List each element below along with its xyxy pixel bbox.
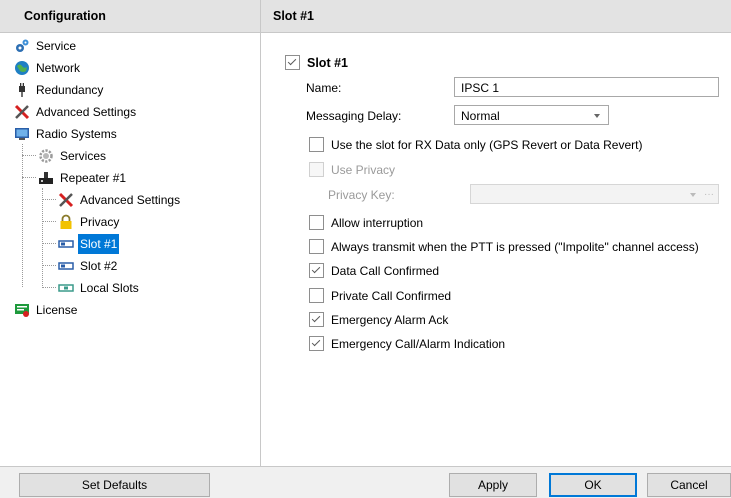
configuration-header: Configuration [0,0,260,33]
use-privacy-row: Use Privacy [309,162,395,177]
tree-item-redundancy[interactable]: Redundancy [14,80,105,100]
name-label: Name: [306,81,342,95]
tree-line [42,265,56,266]
plug-icon [14,82,30,98]
tree-item-label: Advanced Settings [36,105,137,119]
tree-line [42,243,56,244]
tree-line [22,177,36,178]
tree-item-network[interactable]: Network [14,58,82,78]
ok-button[interactable]: OK [549,473,637,497]
chevron-down-icon [690,193,696,197]
tree-line [22,155,36,156]
messaging-delay-label: Messaging Delay: [306,109,402,123]
tree-line [42,188,43,288]
always-transmit-checkbox[interactable] [309,239,324,254]
slot-icon [58,258,74,274]
tree-item-repeater-advanced-settings[interactable]: Advanced Settings [58,190,182,210]
tree-item-label: Service [36,39,77,53]
use-privacy-label: Use Privacy [331,162,396,177]
local-slot-icon [58,280,74,296]
data-call-confirmed-checkbox[interactable] [309,263,324,278]
messaging-delay-label-row: Messaging Delay: [306,106,401,126]
always-transmit-label: Always transmit when the PTT is pressed … [331,239,699,254]
tree-line [42,221,56,222]
emergency-alarm-ack-label: Emergency Alarm Ack [331,312,449,327]
repeater-icon [38,170,54,186]
tree-line [22,144,23,287]
tree-item-label: Slot #1 [78,234,120,254]
computer-icon [14,126,30,142]
slot-enable-row[interactable]: Slot #1 [285,55,348,70]
tree-item-privacy[interactable]: Privacy [58,212,121,232]
tree-item-license[interactable]: License [14,300,79,320]
tree-item-service[interactable]: Service [14,36,78,56]
privacy-key-label: Privacy Key: [328,188,395,202]
privacy-key-label-row: Privacy Key: [328,185,395,205]
tree-item-repeater-1[interactable]: Repeater #1 [38,168,128,188]
configuration-tree: Service Network Redundancy Advanced Sett… [0,33,260,453]
panel-title: Slot #1 [261,0,731,33]
allow-interruption-checkbox[interactable] [309,215,324,230]
data-call-confirmed-label: Data Call Confirmed [331,263,440,278]
tree-item-label: Redundancy [36,83,104,97]
license-icon [14,302,30,318]
tree-item-services[interactable]: Services [38,146,108,166]
chevron-down-icon [594,114,600,118]
configuration-panel: Configuration Service Network Redundancy… [0,0,261,466]
rx-only-checkbox[interactable] [309,137,324,152]
use-privacy-checkbox [309,162,324,177]
apply-button[interactable]: Apply [449,473,537,497]
set-defaults-button[interactable]: Set Defaults [19,473,210,497]
emergency-alarm-ack-checkbox[interactable] [309,312,324,327]
name-input[interactable]: IPSC 1 [454,77,719,97]
private-call-confirmed-label: Private Call Confirmed [331,288,452,303]
name-value: IPSC 1 [461,81,500,95]
tree-item-local-slots[interactable]: Local Slots [58,278,141,298]
privacy-key-select: ··· [470,184,719,204]
lock-icon [58,214,74,230]
data-call-confirmed-row[interactable]: Data Call Confirmed [309,263,439,278]
allow-interruption-label: Allow interruption [331,215,424,230]
messaging-delay-value: Normal [461,109,500,123]
tree-item-label: License [36,303,78,317]
tree-item-label: Slot #2 [80,259,118,273]
gear-icon [38,148,54,164]
gears-icon [14,38,30,54]
tree-item-label: Services [60,149,107,163]
tree-line [42,287,56,288]
tree-item-radio-systems[interactable]: Radio Systems [14,124,119,144]
tools-icon [14,104,30,120]
tree-item-label: Advanced Settings [80,193,181,207]
cancel-button[interactable]: Cancel [647,473,731,497]
globe-icon [14,60,30,76]
emergency-call-indication-row[interactable]: Emergency Call/Alarm Indication [309,336,505,351]
name-label-row: Name: [306,78,341,98]
emergency-call-indication-checkbox[interactable] [309,336,324,351]
rx-only-row[interactable]: Use the slot for RX Data only (GPS Rever… [309,137,642,152]
private-call-confirmed-checkbox[interactable] [309,288,324,303]
always-transmit-row[interactable]: Always transmit when the PTT is pressed … [309,239,699,254]
tree-item-label: Network [36,61,81,75]
tree-item-label: Local Slots [80,281,139,295]
rx-only-label: Use the slot for RX Data only (GPS Rever… [331,137,643,152]
slot-enable-label: Slot #1 [307,55,348,70]
tree-item-label: Repeater #1 [60,171,127,185]
tree-item-label: Radio Systems [36,127,117,141]
private-call-confirmed-row[interactable]: Private Call Confirmed [309,288,451,303]
allow-interruption-row[interactable]: Allow interruption [309,215,423,230]
emergency-call-indication-label: Emergency Call/Alarm Indication [331,336,506,351]
slot-icon [58,236,74,252]
tree-line [42,199,56,200]
emergency-alarm-ack-row[interactable]: Emergency Alarm Ack [309,312,448,327]
tree-item-slot-1[interactable]: Slot #1 [58,234,120,254]
tools-icon [58,192,74,208]
slot-settings-panel: Slot #1 Slot #1 Name: IPSC 1 Messaging D… [261,0,731,466]
ellipsis-icon: ··· [704,189,714,200]
slot-enable-checkbox[interactable] [285,55,300,70]
tree-item-label: Privacy [80,215,120,229]
messaging-delay-select[interactable]: Normal [454,105,609,125]
tree-item-slot-2[interactable]: Slot #2 [58,256,119,276]
tree-item-advanced-settings[interactable]: Advanced Settings [14,102,138,122]
